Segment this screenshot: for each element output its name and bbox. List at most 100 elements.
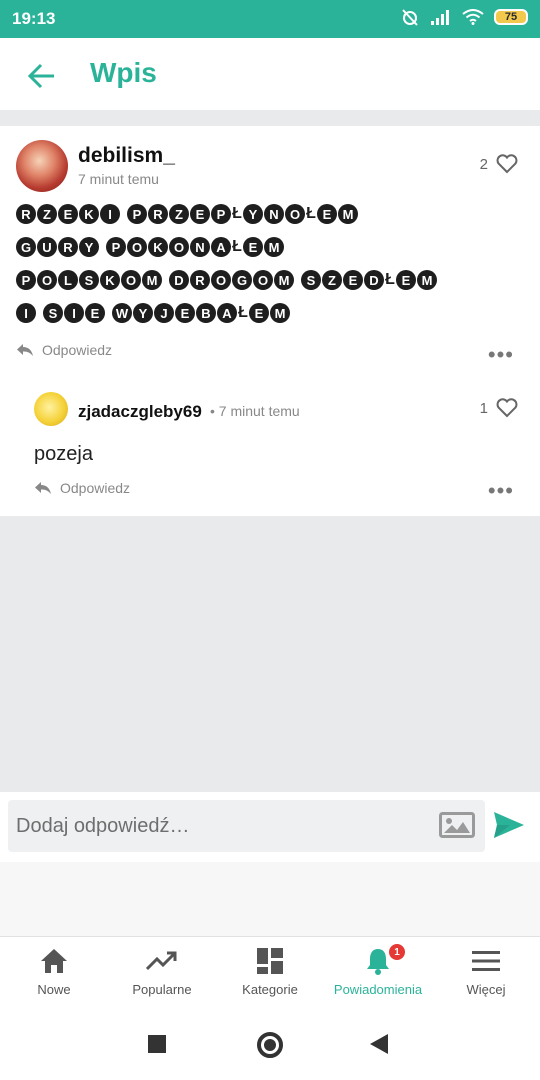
comment-avatar[interactable]	[34, 392, 68, 426]
trending-icon	[146, 946, 178, 976]
post-word: PRZEPŁYNOŁEM	[127, 204, 359, 228]
comment-like-count: 1	[479, 399, 488, 417]
comment-more-options-icon[interactable]: •••	[488, 478, 514, 504]
post-letter: P	[16, 270, 36, 290]
post-line: ISIEWYJEBAŁEM	[16, 303, 516, 327]
post-letter: Ł	[232, 238, 242, 255]
post-letter: R	[190, 270, 210, 290]
post-author[interactable]: debilism_	[78, 144, 175, 168]
post-letter: O	[211, 270, 231, 290]
post-letter: G	[16, 237, 36, 257]
reply-icon	[35, 482, 51, 494]
back-icon[interactable]	[370, 1034, 388, 1054]
post-word: WYJEBAŁEM	[112, 303, 291, 327]
post-letter: Z	[169, 204, 189, 224]
post-word: SZEDŁEM	[301, 270, 438, 294]
post-letter: Ł	[306, 205, 316, 222]
post-letter: O	[253, 270, 273, 290]
post-word: POKONAŁEM	[106, 237, 285, 261]
post-word: GURY	[16, 237, 100, 261]
reply-input-bar	[0, 792, 540, 862]
post-body: RZEKIPRZEPŁYNOŁEMGURYPOKONAŁEMPOLSKOMDRO…	[16, 204, 516, 336]
nav-item-nowe[interactable]: Nowe	[0, 937, 108, 1009]
wifi-icon	[462, 9, 484, 25]
post-like-button[interactable]: 2	[480, 154, 518, 174]
post-letter: Ł	[385, 271, 395, 288]
post-letter: K	[79, 204, 99, 224]
post-letter: E	[249, 303, 269, 323]
grid-icon	[256, 946, 284, 976]
post-letter: E	[175, 303, 195, 323]
recent-apps-icon[interactable]	[148, 1035, 166, 1053]
post-letter: A	[211, 237, 231, 257]
post-letter: D	[364, 270, 384, 290]
post-like-count: 2	[479, 155, 488, 173]
post-letter: E	[343, 270, 363, 290]
post-line: RZEKIPRZEPŁYNOŁEM	[16, 204, 516, 228]
comment-body: pozeja	[34, 443, 93, 465]
back-arrow-icon[interactable]	[26, 60, 58, 92]
comment-author[interactable]: zjadaczgleby69	[78, 402, 202, 422]
post-letter: E	[58, 204, 78, 224]
post-word: RZEKI	[16, 204, 121, 228]
post-word: DROGOM	[169, 270, 295, 294]
spacer	[0, 862, 540, 936]
nav-item-popularne[interactable]: Popularne	[108, 937, 216, 1009]
comment-like-button[interactable]: 1	[480, 398, 518, 418]
comment-time: • 7 minut temu	[210, 403, 300, 419]
post-letter: E	[190, 204, 210, 224]
home-button-icon[interactable]	[257, 1032, 283, 1058]
post-letter: L	[58, 270, 78, 290]
post-letter: Ł	[232, 205, 242, 222]
post-letter: S	[43, 303, 63, 323]
post-letter: R	[148, 204, 168, 224]
post-letter: M	[142, 270, 162, 290]
post-letter: R	[16, 204, 36, 224]
post-letter: O	[37, 270, 57, 290]
post-time: 7 minut temu	[78, 171, 159, 187]
post-word: SIE	[43, 303, 106, 327]
post-letter: G	[232, 270, 252, 290]
post-letter: O	[169, 237, 189, 257]
post-letter: K	[148, 237, 168, 257]
notification-badge: 1	[389, 944, 405, 960]
post-letter: M	[274, 270, 294, 290]
post-letter: U	[37, 237, 57, 257]
nav-item-kategorie[interactable]: Kategorie	[216, 937, 324, 1009]
send-icon[interactable]	[492, 810, 526, 840]
post-letter: I	[64, 303, 84, 323]
battery-icon: 75	[494, 9, 528, 25]
nav-label: Więcej	[466, 982, 506, 997]
nav-item-wiecej[interactable]: Więcej	[432, 937, 540, 1009]
post-letter: E	[85, 303, 105, 323]
post-letter: P	[127, 204, 147, 224]
post-letter: E	[243, 237, 263, 257]
more-options-icon[interactable]: •••	[488, 342, 514, 368]
post-letter: E	[317, 204, 337, 224]
reply-button[interactable]: Odpowiedz	[16, 342, 112, 358]
bottom-nav: Nowe Popularne Kategorie 1 Powiadomienia…	[0, 936, 540, 1009]
nav-label: Kategorie	[242, 982, 298, 997]
post-letter: N	[264, 204, 284, 224]
image-icon[interactable]	[439, 812, 475, 838]
post-letter: I	[100, 204, 120, 224]
post-letter: P	[211, 204, 231, 224]
avatar[interactable]	[16, 140, 68, 192]
post-letter: O	[127, 237, 147, 257]
post-letter: N	[190, 237, 210, 257]
heart-icon	[496, 154, 518, 174]
reply-input[interactable]	[8, 800, 485, 852]
divider	[0, 110, 540, 126]
post-letter: M	[338, 204, 358, 224]
comment-reply-button[interactable]: Odpowiedz	[34, 480, 130, 496]
nav-item-powiadomienia[interactable]: 1 Powiadomienia	[324, 937, 432, 1009]
empty-area	[0, 516, 540, 792]
nav-label: Nowe	[37, 982, 71, 997]
nav-label: Powiadomienia	[333, 982, 423, 997]
signal-icon	[431, 10, 449, 25]
post-word: I	[16, 303, 37, 327]
post-letter: I	[16, 303, 36, 323]
post-letter: M	[270, 303, 290, 323]
post-line: GURYPOKONAŁEM	[16, 237, 516, 261]
post-word: POLSKOM	[16, 270, 163, 294]
